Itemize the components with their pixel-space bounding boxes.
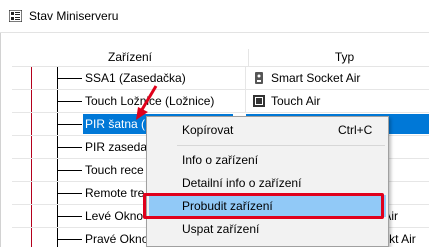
tree-branch <box>57 239 82 240</box>
column-divider <box>245 90 246 113</box>
tree-branch <box>57 101 82 102</box>
title-bar: Stav Miniserveru <box>0 0 429 33</box>
device-name: PIR zasedač <box>85 140 154 154</box>
column-header-type[interactable]: Typ <box>249 49 429 67</box>
table-row[interactable]: SSA1 (Zasedačka) Smart Socket Air <box>12 67 429 90</box>
tree-branch <box>57 147 82 148</box>
annotation-arrow-icon <box>136 85 158 120</box>
touch-icon <box>253 95 265 107</box>
menu-item-device-info[interactable]: Info o zařízení <box>149 149 386 171</box>
column-divider <box>245 67 246 90</box>
device-name: Levé Okno <box>85 209 144 223</box>
menu-item-detailed-info[interactable]: Detailní info o zařízení <box>149 172 386 194</box>
menu-separator <box>177 145 385 146</box>
tree-branch <box>57 78 82 79</box>
tree-branch <box>57 193 82 194</box>
table-row[interactable]: Touch Ložnice (Ložnice) Touch Air <box>12 90 429 113</box>
socket-icon <box>255 72 263 84</box>
column-header-device[interactable]: Zařízení <box>12 49 249 67</box>
annotation-highlight-box <box>143 193 384 219</box>
shortcut-label: Ctrl+C <box>338 123 373 137</box>
table-header: Zařízení Typ <box>12 49 429 67</box>
menu-item-sleep-device[interactable]: Uspat zařízení <box>149 218 386 240</box>
context-menu: Kopírovat Ctrl+C Info o zařízení Detailn… <box>146 116 389 247</box>
tree-branch <box>57 216 82 217</box>
tree-branch <box>57 124 82 125</box>
device-name: Remote tre <box>85 186 145 200</box>
tree-branch <box>57 170 82 171</box>
device-name: Touch rece <box>85 163 144 177</box>
app-grid-icon <box>9 10 22 22</box>
menu-item-copy[interactable]: Kopírovat Ctrl+C <box>149 119 386 141</box>
window-title: Stav Miniserveru <box>29 9 119 23</box>
